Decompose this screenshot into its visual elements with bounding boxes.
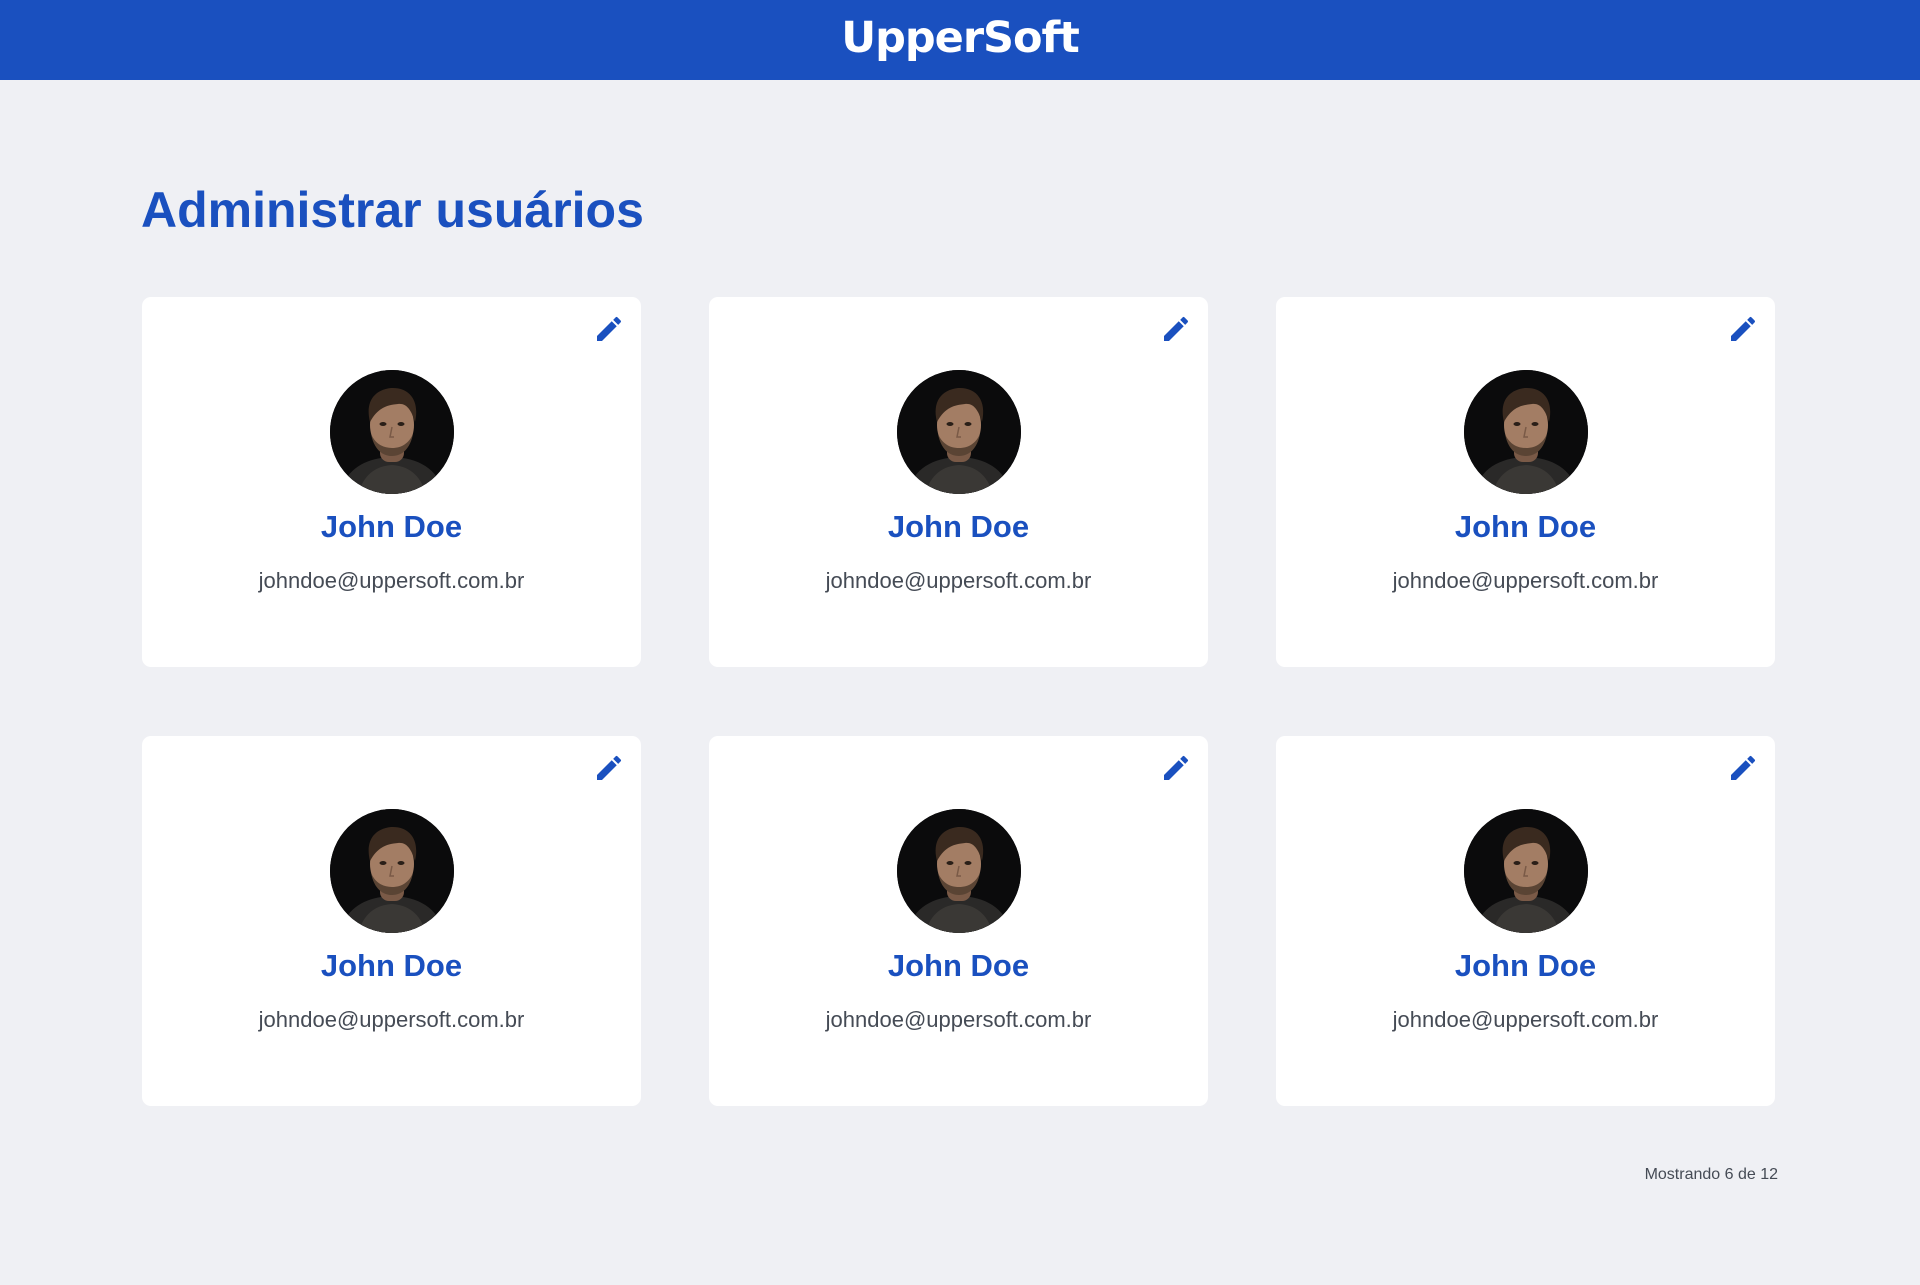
uppersoft-logo[interactable]: UpperSoft <box>841 16 1080 60</box>
pencil-icon <box>1727 752 1759 784</box>
pencil-icon <box>593 752 625 784</box>
page-title: Administrar usuários <box>141 182 644 238</box>
user-avatar <box>897 370 1021 494</box>
user-avatar <box>897 809 1021 933</box>
user-avatar <box>330 370 454 494</box>
pencil-icon <box>1160 752 1192 784</box>
user-email: johndoe@uppersoft.com.br <box>825 568 1092 593</box>
pencil-icon <box>1727 313 1759 345</box>
user-card: John Doe johndoe@uppersoft.com.br <box>142 736 641 1106</box>
user-name: John Doe <box>1454 509 1597 544</box>
edit-user-button[interactable] <box>590 310 628 348</box>
pagination-status: Mostrando 6 de 12 <box>1644 1166 1778 1183</box>
user-card: John Doe johndoe@uppersoft.com.br <box>709 736 1208 1106</box>
user-name: John Doe <box>887 509 1030 544</box>
user-name: John Doe <box>887 948 1030 983</box>
edit-user-button[interactable] <box>1157 749 1195 787</box>
user-card: John Doe johndoe@uppersoft.com.br <box>709 297 1208 667</box>
user-avatar <box>1464 370 1588 494</box>
user-card: John Doe johndoe@uppersoft.com.br <box>1276 736 1775 1106</box>
pencil-icon <box>593 313 625 345</box>
user-name: John Doe <box>320 948 463 983</box>
user-card: John Doe johndoe@uppersoft.com.br <box>1276 297 1775 667</box>
edit-user-button[interactable] <box>1724 310 1762 348</box>
user-avatar <box>330 809 454 933</box>
edit-user-button[interactable] <box>1157 310 1195 348</box>
user-card: John Doe johndoe@uppersoft.com.br <box>142 297 641 667</box>
top-bar: UpperSoft <box>0 0 1920 80</box>
user-name: John Doe <box>320 509 463 544</box>
user-email: johndoe@uppersoft.com.br <box>258 1007 525 1032</box>
pencil-icon <box>1160 313 1192 345</box>
user-avatar <box>1464 809 1588 933</box>
user-name: John Doe <box>1454 948 1597 983</box>
user-email: johndoe@uppersoft.com.br <box>825 1007 1092 1032</box>
user-card-grid: John Doe johndoe@uppersoft.com.br John D… <box>142 297 1776 1106</box>
edit-user-button[interactable] <box>590 749 628 787</box>
user-email: johndoe@uppersoft.com.br <box>258 568 525 593</box>
edit-user-button[interactable] <box>1724 749 1762 787</box>
user-email: johndoe@uppersoft.com.br <box>1392 1007 1659 1032</box>
user-email: johndoe@uppersoft.com.br <box>1392 568 1659 593</box>
